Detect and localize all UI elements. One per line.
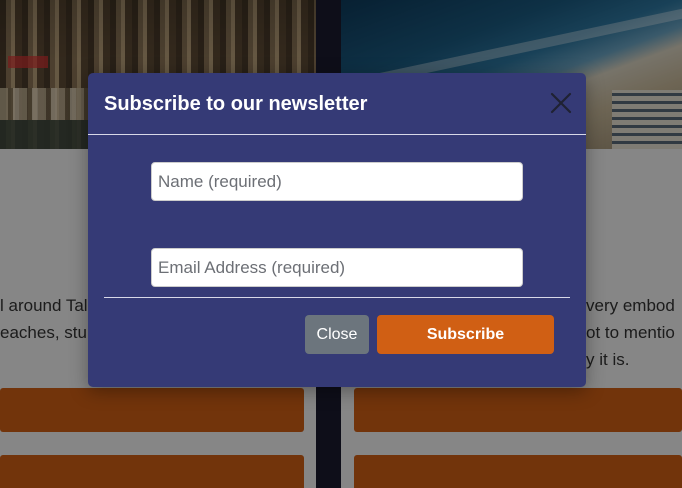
footer-divider — [104, 297, 570, 298]
modal-header: Subscribe to our newsletter — [88, 73, 586, 135]
name-field[interactable] — [151, 162, 523, 201]
close-icon[interactable] — [550, 92, 572, 114]
email-field[interactable] — [151, 248, 523, 287]
newsletter-modal: Subscribe to our newsletter Close Subscr… — [88, 73, 586, 387]
subscribe-button[interactable]: Subscribe — [377, 315, 554, 354]
close-button[interactable]: Close — [305, 315, 369, 354]
modal-title: Subscribe to our newsletter — [104, 93, 368, 115]
